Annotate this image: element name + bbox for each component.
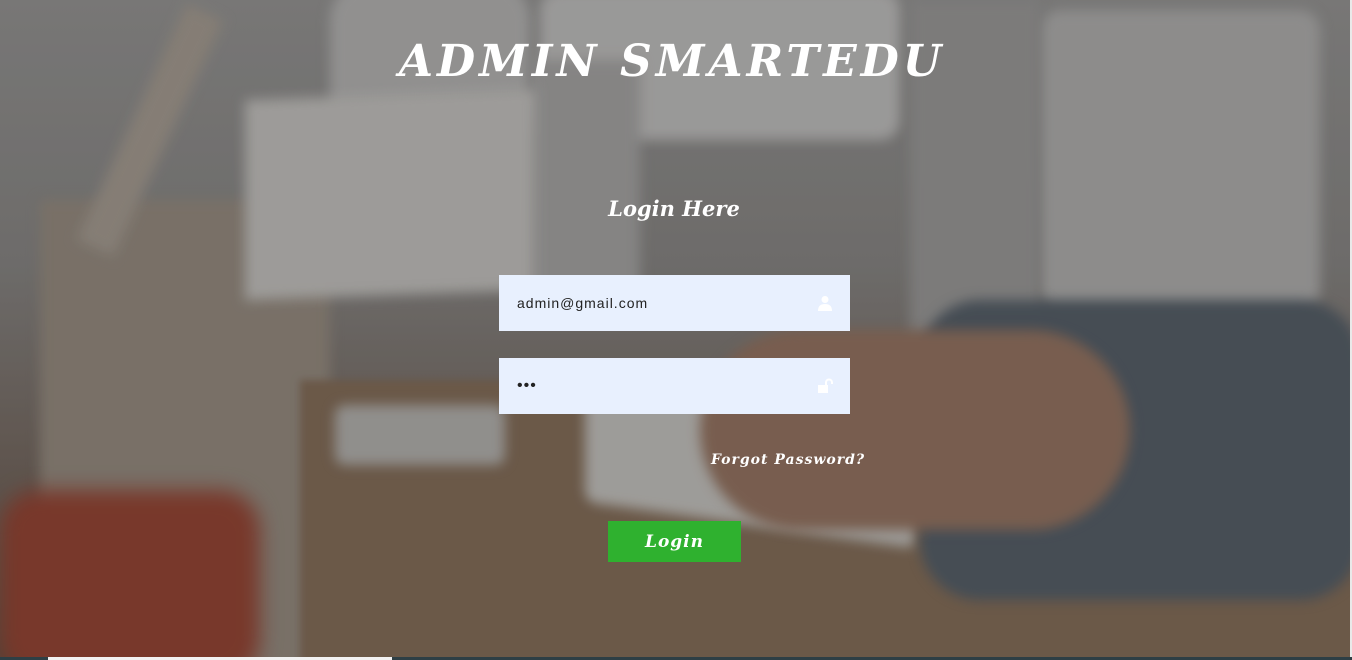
email-field-container [499, 275, 850, 331]
app-title: ADMIN SMARTEDU [398, 36, 946, 87]
login-heading: Login Here [608, 196, 740, 221]
password-field-container [499, 358, 850, 414]
unlock-icon [818, 378, 833, 393]
password-input[interactable] [499, 358, 799, 414]
login-page: ADMIN SMARTEDU Login Here Forgot Passwor… [0, 0, 1352, 660]
email-input[interactable] [499, 275, 799, 331]
user-icon [818, 296, 832, 311]
forgot-password-link[interactable]: Forgot Password? [711, 452, 865, 468]
login-button[interactable]: Login [608, 521, 741, 562]
